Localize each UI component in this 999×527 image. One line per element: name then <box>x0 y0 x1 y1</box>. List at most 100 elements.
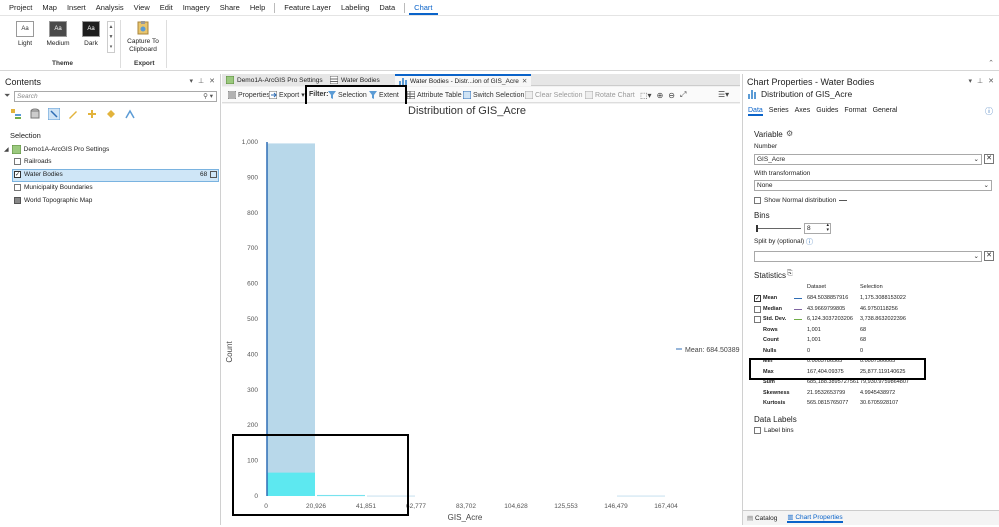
split-by-select[interactable]: ⌄ <box>754 251 982 262</box>
rotate-icon <box>585 91 593 99</box>
bins-slider-thumb[interactable] <box>756 225 758 232</box>
charts-view-icon[interactable] <box>124 108 136 120</box>
clear-selection-button[interactable]: Clear Selection <box>525 91 582 99</box>
transform-select[interactable]: None ⌄ <box>754 180 992 191</box>
theme-gallery-scroll[interactable]: ▲ ▼ ▾ <box>107 21 115 53</box>
layer-row-railroads[interactable]: Railroads <box>14 158 51 165</box>
stepper-icon[interactable]: ▴ ▾ <box>826 223 829 233</box>
stat-checkbox[interactable] <box>754 305 761 313</box>
pane-menu-icon[interactable]: ▾ <box>969 77 973 85</box>
theme-medium-button[interactable]: Aa Medium <box>43 21 73 47</box>
x-tick-label: 146,479 <box>604 503 628 510</box>
normal-dist-row[interactable]: Show Normal distribution <box>754 197 848 204</box>
drawing-order-icon[interactable] <box>10 108 22 120</box>
close-icon[interactable]: ✕ <box>988 77 994 85</box>
info-icon[interactable]: ⓘ <box>806 237 813 247</box>
tab-data[interactable]: Data <box>748 107 763 116</box>
tab-general[interactable]: General <box>873 107 898 116</box>
label-bins-row[interactable]: Label bins <box>754 427 794 434</box>
tab-axes[interactable]: Axes <box>795 107 811 116</box>
filter-icon[interactable]: ⏷ <box>4 91 10 101</box>
zoom-out-icon[interactable]: ⊖ <box>668 91 675 100</box>
search-placeholder: Search <box>17 93 38 100</box>
properties-button[interactable]: Properties <box>228 91 270 99</box>
collapse-ribbon-icon[interactable]: ⌃ <box>988 59 994 67</box>
layer-row-municipality[interactable]: Municipality Boundaries <box>14 184 93 191</box>
select-tool-icon[interactable]: ⬚▾ <box>640 91 652 100</box>
theme-dark-button[interactable]: Aa Dark <box>76 21 106 47</box>
tab-format[interactable]: Format <box>844 107 866 116</box>
remove-split-icon[interactable]: ✕ <box>984 251 994 261</box>
menu-data[interactable]: Data <box>374 0 400 15</box>
editing-view-icon[interactable] <box>67 108 79 120</box>
tab-guides[interactable]: Guides <box>816 107 838 116</box>
switch-selection-button[interactable]: Switch Selection <box>463 91 524 99</box>
expand-arrow-icon[interactable]: ◢ <box>4 146 9 153</box>
menu-insert[interactable]: Insert <box>62 0 91 15</box>
capture-clipboard-button[interactable]: Capture To Clipboard <box>124 20 162 54</box>
gear-icon[interactable]: ⚙ <box>786 129 793 138</box>
stats-row: Count 1,001 68 <box>743 336 993 346</box>
y-tick-label: 600 <box>247 281 258 288</box>
mean-label: Mean: 684.50389 <box>685 347 740 354</box>
show-selected-icon[interactable] <box>210 171 217 178</box>
layer-checkbox[interactable] <box>14 184 21 191</box>
menu-labeling[interactable]: Labeling <box>336 0 374 15</box>
close-tab-icon[interactable]: ✕ <box>522 77 527 85</box>
layer-row-water-bodies[interactable]: ✓ Water Bodies <box>14 171 63 178</box>
copy-stats-icon[interactable]: ⎘ <box>787 270 793 278</box>
snapping-view-icon[interactable] <box>86 108 98 120</box>
stats-row[interactable]: Std. Dev. 6,124.3037203206 3,738.863202239… <box>743 315 993 325</box>
contents-search-input[interactable]: Search ⚲ ▾ <box>14 91 217 102</box>
layer-checkbox[interactable] <box>14 158 21 165</box>
bins-heading: Bins <box>754 211 770 220</box>
stat-dataset-value: 21.9532653799 <box>807 389 846 396</box>
layer-row-topographic[interactable]: World Topographic Map <box>14 197 92 204</box>
stats-row[interactable]: ✓ Mean 684.5038857916 1,175.3088153022 <box>743 294 993 304</box>
bins-input[interactable]: 8 ▴ ▾ <box>804 223 831 234</box>
tab-series[interactable]: Series <box>769 107 789 116</box>
map-node[interactable]: ◢ Demo1A-ArcGIS Pro Settings <box>4 145 109 154</box>
menu-imagery[interactable]: Imagery <box>178 0 215 15</box>
menu-help[interactable]: Help <box>245 0 270 15</box>
zoom-in-icon[interactable]: ⊕ <box>657 91 664 100</box>
dataset-bar[interactable] <box>617 495 665 497</box>
menu-edit[interactable]: Edit <box>155 0 178 15</box>
chart-layout-menu[interactable]: ☰▾ <box>718 90 729 99</box>
menu-analysis[interactable]: Analysis <box>91 0 129 15</box>
data-source-icon[interactable] <box>29 108 41 120</box>
pin-icon[interactable]: ⊥ <box>198 77 204 85</box>
menu-project[interactable]: Project <box>4 0 37 15</box>
tab-catalog[interactable]: ▤ Catalog <box>747 514 777 522</box>
layer-checkbox-checked[interactable]: ✓ <box>14 171 21 178</box>
export-button[interactable]: Export ▾ <box>269 91 305 99</box>
remove-variable-icon[interactable]: ✕ <box>984 154 994 164</box>
full-extent-icon[interactable]: ⤢ <box>680 90 686 100</box>
attribute-table-button[interactable]: Attribute Table <box>407 91 462 99</box>
menu-share[interactable]: Share <box>215 0 245 15</box>
theme-light-button[interactable]: Aa Light <box>10 21 40 47</box>
help-icon[interactable]: ⓘ <box>985 106 993 117</box>
menu-map[interactable]: Map <box>37 0 62 15</box>
pin-icon[interactable]: ⊥ <box>977 77 983 85</box>
y-tick-label: 400 <box>247 351 258 358</box>
stat-checkbox[interactable]: ✓ <box>754 295 761 302</box>
selection-heading: Selection <box>10 131 41 140</box>
search-icon[interactable]: ⚲ ▾ <box>203 92 213 102</box>
close-icon[interactable]: ✕ <box>209 77 215 85</box>
tab-chart-view[interactable]: Water Bodies - Distr...ion of GIS_Acre ✕ <box>395 74 532 86</box>
tab-chart-properties[interactable]: ▥ Chart Properties <box>787 513 843 523</box>
pane-menu-icon[interactable]: ▾ <box>190 77 194 85</box>
rotate-chart-button[interactable]: Rotate Chart <box>585 91 635 99</box>
selection-view-icon[interactable] <box>48 108 60 120</box>
variable-select[interactable]: GIS_Acre ⌄ <box>754 154 982 165</box>
menu-view[interactable]: View <box>129 0 155 15</box>
bins-slider-track[interactable] <box>756 228 801 229</box>
menu-feature-layer[interactable]: Feature Layer <box>279 0 336 15</box>
normal-dist-checkbox[interactable] <box>754 197 761 204</box>
labeling-view-icon[interactable] <box>105 108 117 120</box>
stats-row[interactable]: Median 43.9669799805 46.9750118256 <box>743 305 993 315</box>
menu-chart[interactable]: Chart <box>409 0 438 15</box>
stat-checkbox[interactable] <box>754 316 761 323</box>
label-bins-checkbox[interactable] <box>754 427 761 434</box>
